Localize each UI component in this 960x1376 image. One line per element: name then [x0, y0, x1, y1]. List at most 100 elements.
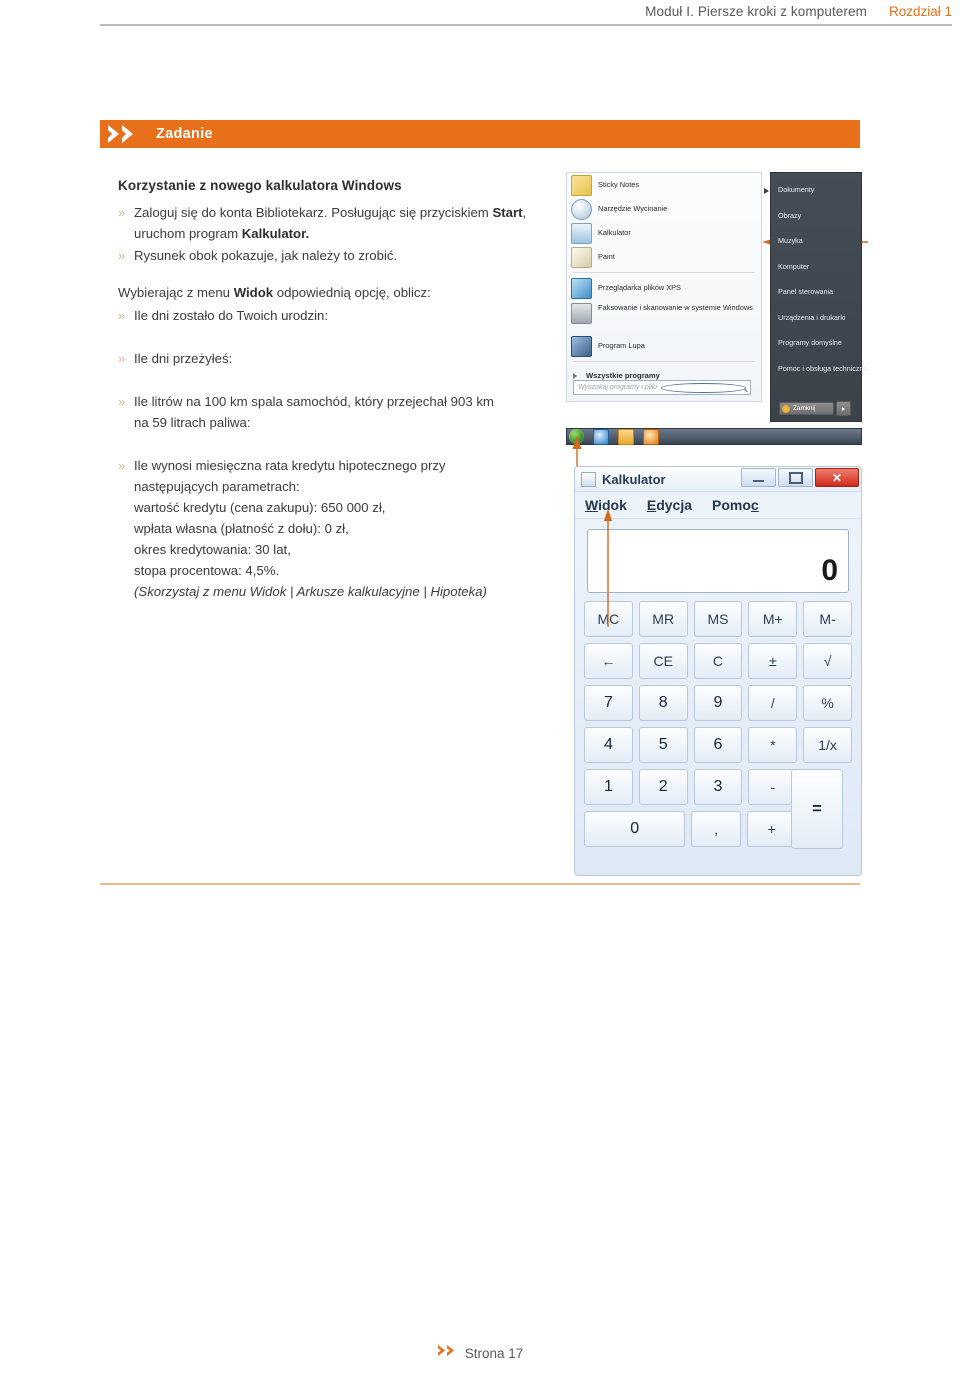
- answer-line[interactable]: [134, 603, 560, 624]
- key-3[interactable]: 3: [693, 769, 743, 805]
- minimize-icon: [753, 479, 764, 482]
- key-4[interactable]: 4: [584, 727, 633, 763]
- list-item: » Ile dni zostało do Twoich urodzin:: [118, 305, 560, 326]
- start-menu-place[interactable]: Dokumenty: [771, 177, 861, 203]
- start-menu-place[interactable]: Muzyka: [771, 228, 861, 254]
- question-text: Ile dni przeżyłeś:: [134, 351, 233, 366]
- power-icon: [782, 404, 790, 413]
- shutdown-label: Zamknij: [793, 405, 816, 412]
- key-0[interactable]: 0: [584, 811, 686, 847]
- start-menu-item[interactable]: Sticky Notes: [567, 173, 761, 197]
- start-menu-item-kalkulator[interactable]: Kalkulator: [567, 221, 761, 245]
- start-menu-place-label: Programy domyślne: [778, 338, 842, 348]
- start-menu-item[interactable]: Paint: [567, 245, 761, 269]
- start-menu-item[interactable]: Przeglądarka plików XPS: [567, 276, 761, 300]
- explorer-folder-icon[interactable]: [618, 428, 634, 445]
- calculator-memory-row: MC MR MS M+ M-: [584, 601, 852, 637]
- start-menu-place[interactable]: Pomoc i obsługa techniczna: [771, 356, 868, 382]
- key-c[interactable]: C: [693, 643, 743, 679]
- key-7[interactable]: 7: [584, 685, 633, 721]
- calculator-row-789: 7 8 9 / %: [584, 685, 852, 721]
- callout-arrow-widok: [603, 509, 613, 627]
- text-segment: odpowiednią opcję, oblicz:: [273, 285, 431, 300]
- start-menu-item[interactable]: Narzędzie Wycinanie: [567, 197, 761, 221]
- search-icon: [661, 382, 746, 393]
- shutdown-button[interactable]: Zamknij: [779, 402, 834, 415]
- answer-line[interactable]: [134, 708, 560, 729]
- question-line: Ile wynosi miesięczna rata kredytu hipot…: [134, 458, 446, 473]
- maximize-button[interactable]: [778, 468, 813, 487]
- key-9[interactable]: 9: [693, 685, 743, 721]
- answer-line[interactable]: [134, 434, 560, 455]
- key-subtract[interactable]: -: [748, 769, 798, 805]
- task-banner: Zadanie: [100, 120, 860, 148]
- key-reciprocal[interactable]: 1/x: [803, 727, 852, 763]
- internet-explorer-icon[interactable]: [593, 428, 609, 445]
- key-percent[interactable]: %: [803, 685, 852, 721]
- start-menu-item-label: Kalkulator: [598, 228, 631, 238]
- maximize-icon: [788, 471, 803, 484]
- running-head: Moduł I. Piersze kroki z komputerem Rozd…: [0, 0, 960, 26]
- answer-line[interactable]: [134, 370, 560, 391]
- key-decimal[interactable]: ,: [691, 811, 741, 847]
- question-text: Ile wynosi miesięczna rata kredytu hipot…: [134, 455, 560, 602]
- key-m-minus[interactable]: M-: [803, 601, 852, 637]
- key-ms[interactable]: MS: [693, 601, 743, 637]
- minimize-button[interactable]: [741, 468, 776, 487]
- answer-line[interactable]: [134, 750, 560, 771]
- answer-line[interactable]: [134, 771, 560, 792]
- menu-pomoc[interactable]: Pomoc: [712, 497, 759, 513]
- key-8[interactable]: 8: [638, 685, 688, 721]
- start-menu-item[interactable]: Faksowanie i skanowanie w systemie Windo…: [567, 300, 761, 334]
- key-backspace[interactable]: ←: [584, 643, 633, 679]
- calculator-keypad: MC MR MS M+ M- ← CE C ± √ 7 8 9 / % 4 5 …: [575, 601, 861, 862]
- start-menu-search-input[interactable]: Wyszukaj programy i pliki: [573, 380, 751, 395]
- answer-line[interactable]: [134, 327, 560, 348]
- taskbar: [566, 428, 862, 445]
- calculator-menu-bar: Widok Edycja Pomoc: [575, 492, 861, 519]
- answer-line[interactable]: [134, 666, 560, 687]
- key-sign[interactable]: ±: [748, 643, 798, 679]
- calculator-icon: [581, 471, 596, 487]
- list-item: » Zaloguj się do konta Bibliotekarz. Pos…: [118, 202, 560, 244]
- key-mr[interactable]: MR: [638, 601, 688, 637]
- question-line: wpłata własna (płatność z dołu): 0 zł,: [134, 521, 349, 536]
- key-divide[interactable]: /: [748, 685, 798, 721]
- answer-line[interactable]: [134, 645, 560, 666]
- key-6[interactable]: 6: [693, 727, 743, 763]
- answer-line[interactable]: [134, 687, 560, 708]
- key-sqrt[interactable]: √: [803, 643, 852, 679]
- question-line: stopa procentowa: 4,5%.: [134, 563, 280, 578]
- answer-line[interactable]: [134, 729, 560, 750]
- key-5[interactable]: 5: [638, 727, 688, 763]
- answer-line[interactable]: [134, 624, 560, 645]
- text-segment: Zaloguj się do konta Bibliotekarz. Posłu…: [134, 205, 493, 220]
- key-ce[interactable]: CE: [638, 643, 688, 679]
- start-menu-place[interactable]: Programy domyślne: [771, 330, 861, 356]
- media-player-icon[interactable]: [643, 428, 659, 445]
- key-multiply[interactable]: *: [748, 727, 798, 763]
- shutdown-options-button[interactable]: [836, 401, 851, 416]
- start-menu-place[interactable]: Panel sterowania: [771, 279, 861, 305]
- start-menu-shutdown-group[interactable]: Zamknij: [779, 401, 851, 416]
- list-item: » Ile litrów na 100 km spala samochód, k…: [118, 391, 560, 433]
- start-menu-place[interactable]: Komputer: [771, 254, 861, 280]
- question-line: Ile litrów na 100 km spala samochód, któ…: [134, 394, 494, 409]
- snipping-tool-icon: [571, 198, 592, 220]
- start-menu-item[interactable]: Program Lupa: [567, 334, 761, 358]
- key-2[interactable]: 2: [638, 769, 688, 805]
- key-add[interactable]: +: [746, 811, 797, 847]
- key-1[interactable]: 1: [584, 769, 633, 805]
- start-menu-programs-panel: Sticky Notes Narzędzie Wycinanie Kalkula…: [566, 172, 762, 402]
- list-item-text: Zaloguj się do konta Bibliotekarz. Posłu…: [134, 202, 560, 244]
- text-segment-bold: Kalkulator.: [241, 226, 310, 241]
- close-button[interactable]: ✕: [815, 468, 859, 487]
- start-menu-places-panel: Dokumenty Obrazy Muzyka Komputer Panel s…: [770, 172, 868, 422]
- key-m-plus[interactable]: M+: [748, 601, 798, 637]
- start-menu-place[interactable]: Obrazy: [771, 203, 861, 229]
- start-menu-place[interactable]: Urządzenia i drukarki: [771, 305, 861, 331]
- content-bottom-rule: [100, 883, 860, 885]
- key-equals[interactable]: =: [791, 769, 843, 849]
- bullet-marker: »: [118, 308, 126, 323]
- menu-edycja[interactable]: Edycja: [647, 497, 692, 513]
